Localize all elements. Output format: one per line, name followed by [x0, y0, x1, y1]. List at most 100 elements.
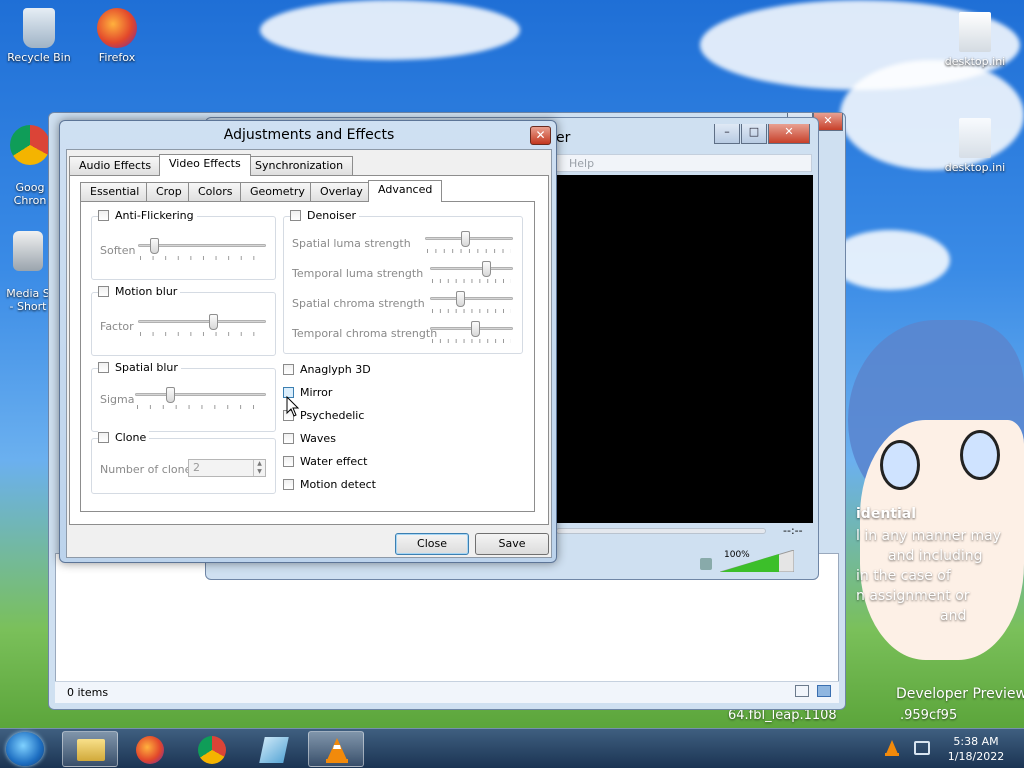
checkbox-box [98, 362, 109, 373]
taskbar-firefox[interactable] [122, 731, 178, 767]
taskbar-vlc[interactable] [308, 731, 364, 767]
number-of-clones-label: Number of clones [100, 463, 198, 476]
motion-detect-checkbox[interactable]: Motion detect [283, 478, 379, 491]
desktop-icon-label: desktop.ini [944, 161, 1006, 174]
checkbox-label: Denoiser [307, 209, 357, 222]
clone-checkbox[interactable]: Clone [98, 431, 150, 444]
subtab-overlay[interactable]: Overlay [310, 182, 373, 202]
preview-pane-icon[interactable] [817, 685, 831, 697]
settings-file-icon [959, 12, 991, 52]
vlc-title: er [556, 130, 571, 146]
sigma-label: Sigma [100, 393, 135, 406]
menu-help[interactable]: Help [569, 157, 594, 170]
vlc-menu-bar: Help [556, 154, 812, 172]
explorer-status-bar: 0 items [55, 681, 839, 703]
desktop-icon-desktop-ini-1[interactable]: desktop.ini [936, 12, 1014, 68]
spin-arrows-icon[interactable]: ▲ ▼ [253, 460, 265, 476]
tab-video-effects[interactable]: Video Effects [159, 154, 251, 176]
clock-time: 5:38 AM [953, 735, 999, 748]
checkbox-label: Mirror [300, 386, 333, 399]
desktop-icon-label: desktop.ini [944, 55, 1006, 68]
spatial-luma-label: Spatial luma strength [292, 237, 411, 250]
water-effect-checkbox[interactable]: Water effect [283, 455, 371, 468]
advanced-panel: Anti-Flickering Soften Motion blur Facto… [80, 201, 535, 512]
spinbox-value: 2 [193, 461, 200, 474]
checkbox-box [98, 210, 109, 221]
vlc-maximize-button[interactable]: □ [741, 124, 767, 144]
temporal-luma-slider[interactable] [430, 261, 513, 283]
network-icon[interactable] [914, 741, 930, 755]
soften-slider[interactable] [138, 238, 266, 260]
subtab-essential[interactable]: Essential [80, 182, 150, 202]
folder-icon [77, 739, 105, 761]
watermark-line: and [940, 608, 967, 624]
save-button[interactable]: Save [475, 533, 549, 555]
denoiser-checkbox[interactable]: Denoiser [290, 209, 360, 222]
media-shortcut-icon [13, 231, 43, 271]
subtab-crop[interactable]: Crop [146, 182, 192, 202]
motion-blur-checkbox[interactable]: Motion blur [98, 285, 181, 298]
close-button[interactable]: Close [395, 533, 469, 555]
watermark-build-2: .959cf95 [900, 708, 958, 723]
speaker-icon[interactable] [700, 558, 712, 570]
checkbox-box [283, 456, 294, 467]
temporal-chroma-label: Temporal chroma strength [292, 327, 438, 340]
sigma-slider[interactable] [135, 387, 266, 409]
tab-audio-effects[interactable]: Audio Effects [69, 156, 162, 176]
settings-file-icon [959, 118, 991, 158]
desktop-icon-label: Firefox [98, 51, 136, 64]
vlc-minimize-button[interactable]: – [714, 124, 740, 144]
desktop-icon-firefox[interactable]: Firefox [78, 8, 156, 64]
details-view-icon[interactable] [795, 685, 809, 697]
taskbar-chrome[interactable] [184, 731, 240, 767]
vlc-video-area[interactable] [556, 175, 813, 523]
spatial-chroma-slider[interactable] [430, 291, 513, 313]
subtab-geometry[interactable]: Geometry [240, 182, 315, 202]
watermark-build: 64.fbl_leap.1108 [728, 708, 837, 723]
anti-flickering-checkbox[interactable]: Anti-Flickering [98, 209, 197, 222]
tab-synchronization[interactable]: Synchronization [245, 156, 354, 176]
factor-label: Factor [100, 320, 134, 333]
watermark-developer-preview: Developer Preview [896, 686, 1024, 702]
checkbox-label: Water effect [300, 455, 368, 468]
taskbar-app[interactable] [246, 731, 302, 767]
number-of-clones-spinbox[interactable]: 2 ▲ ▼ [188, 459, 266, 477]
desktop-icon-desktop-ini-2[interactable]: desktop.ini [936, 118, 1014, 174]
item-count: 0 items [67, 686, 109, 699]
subtab-advanced[interactable]: Advanced [368, 180, 443, 202]
vlc-time-display: --:-- [783, 524, 803, 537]
dialog-client: Audio Effects Video Effects Synchronizat… [66, 149, 552, 558]
dialog-title: Adjustments and Effects [223, 127, 395, 143]
watermark-line: idential [856, 506, 917, 522]
clock-date: 1/18/2022 [947, 750, 1005, 763]
dialog-close-button[interactable]: ✕ [530, 126, 551, 145]
desktop-icon-recycle-bin[interactable]: Recycle Bin [0, 8, 78, 64]
wallpaper-character-eye [880, 440, 920, 490]
subtab-colors[interactable]: Colors [188, 182, 243, 202]
temporal-chroma-slider[interactable] [430, 321, 513, 343]
watermark-line: and including [888, 548, 983, 564]
checkbox-label: Anaglyph 3D [300, 363, 371, 376]
checkbox-box [98, 432, 109, 443]
desktop-icon-label: Media S - Short [6, 287, 50, 313]
spatial-luma-slider[interactable] [425, 231, 513, 253]
checkbox-label: Anti-Flickering [115, 209, 194, 222]
anaglyph-3d-checkbox[interactable]: Anaglyph 3D [283, 363, 374, 376]
vlc-close-button[interactable]: ✕ [768, 124, 810, 144]
firefox-icon [136, 736, 164, 764]
vlc-seek-bar[interactable] [556, 528, 766, 534]
spatial-blur-checkbox[interactable]: Spatial blur [98, 361, 181, 374]
checkbox-label: Spatial blur [115, 361, 178, 374]
waves-checkbox[interactable]: Waves [283, 432, 339, 445]
watermark-line: n assignment or [856, 588, 970, 604]
checkbox-label: Psychedelic [300, 409, 365, 422]
taskbar-explorer[interactable] [62, 731, 118, 767]
temporal-luma-label: Temporal luma strength [292, 267, 424, 280]
checkbox-box [290, 210, 301, 221]
mouse-cursor-icon [286, 396, 300, 417]
factor-slider[interactable] [138, 314, 266, 336]
system-clock[interactable]: 5:38 AM 1/18/2022 [940, 734, 1012, 764]
desktop-icon-label: Recycle Bin [7, 51, 71, 64]
tray-vlc-icon[interactable] [884, 739, 900, 757]
start-button[interactable] [6, 732, 44, 766]
